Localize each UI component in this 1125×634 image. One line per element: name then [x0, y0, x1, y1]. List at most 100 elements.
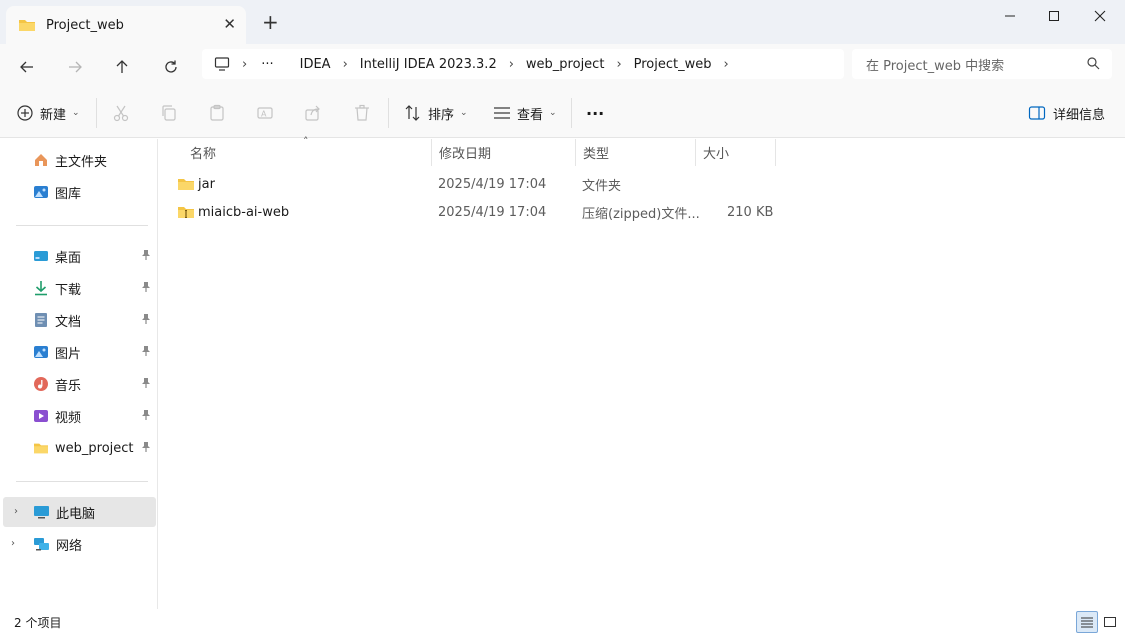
sidebar-item-desktop[interactable]: 桌面: [0, 241, 156, 271]
new-label: 新建: [40, 107, 67, 123]
sidebar-item-gallery[interactable]: 图库: [0, 177, 156, 207]
breadcrumb-idea[interactable]: IDEA: [300, 57, 331, 72]
tab-project-web[interactable]: Project_web ✕: [6, 6, 246, 44]
video-icon: [34, 410, 48, 422]
zip-folder-icon: [178, 207, 194, 218]
column-header-type[interactable]: 类型: [576, 139, 696, 166]
navigation-bar: › ··· IDEA › IntelliJ IDEA 2023.3.2 › we…: [0, 44, 1125, 88]
minimize-button[interactable]: [987, 0, 1033, 32]
sidebar-item-label: 图片: [55, 346, 82, 362]
pin-icon[interactable]: [140, 345, 152, 357]
details-view-button[interactable]: [1076, 611, 1098, 633]
maximize-icon: [1049, 11, 1059, 21]
forward-button[interactable]: [60, 52, 90, 82]
column-header-modified[interactable]: 修改日期: [432, 139, 576, 166]
chevron-right-icon[interactable]: ›: [509, 57, 514, 72]
share-button[interactable]: [304, 98, 322, 128]
column-header-size[interactable]: 大小: [696, 139, 776, 166]
status-bar: 2 个项目: [0, 609, 1125, 634]
sort-label: 排序: [428, 107, 455, 123]
back-button[interactable]: [12, 52, 42, 82]
breadcrumb-intellij[interactable]: IntelliJ IDEA 2023.3.2: [360, 57, 497, 72]
refresh-icon: [165, 60, 177, 73]
sidebar-item-downloads[interactable]: 下载: [0, 273, 156, 303]
file-list: ˄ 名称 修改日期 类型 大小 jar 2025/4/19 17:04 文件夹 …: [159, 135, 1125, 609]
cut-button[interactable]: [112, 98, 130, 128]
new-button[interactable]: 新建 ⌄: [16, 98, 80, 128]
arrow-up-icon: [116, 60, 128, 73]
table-row[interactable]: jar 2025/4/19 17:04 文件夹: [159, 170, 1125, 198]
address-bar[interactable]: › ··· IDEA › IntelliJ IDEA 2023.3.2 › we…: [202, 49, 844, 79]
folder-icon: [19, 20, 35, 31]
close-window-button[interactable]: [1077, 0, 1123, 32]
view-button[interactable]: 查看 ⌄: [493, 98, 557, 128]
music-icon: [34, 377, 48, 391]
maximize-button[interactable]: [1031, 0, 1077, 32]
sidebar-item-label: 文档: [55, 314, 82, 330]
sidebar-item-pictures[interactable]: 图片: [0, 337, 156, 367]
more-options-button[interactable]: ···: [586, 98, 604, 128]
sidebar-item-label: 主文件夹: [55, 154, 108, 170]
column-header-name[interactable]: 名称: [183, 139, 432, 166]
file-name: miaicb-ai-web: [198, 204, 290, 220]
toolbar-divider: [96, 98, 97, 128]
chevron-right-icon[interactable]: ›: [724, 57, 729, 72]
up-button[interactable]: [107, 52, 137, 82]
chevron-right-icon[interactable]: ›: [343, 57, 348, 72]
sidebar-item-label: web_project: [55, 440, 134, 456]
chevron-right-icon: ›: [242, 56, 248, 72]
chevron-down-icon: ⌄: [549, 108, 557, 118]
refresh-button[interactable]: [156, 52, 186, 82]
sidebar-item-label: 桌面: [55, 250, 82, 266]
network-icon: [34, 538, 49, 551]
sidebar-item-music[interactable]: 音乐: [0, 369, 156, 399]
sidebar-item-videos[interactable]: 视频: [0, 401, 156, 431]
sidebar-item-home[interactable]: 主文件夹: [0, 145, 156, 175]
chevron-down-icon: ⌄: [460, 108, 468, 118]
pin-icon[interactable]: [140, 249, 152, 261]
details-pane-button[interactable]: 详细信息: [1028, 98, 1105, 128]
copy-button[interactable]: [160, 98, 178, 128]
chevron-down-icon: ⌄: [72, 108, 80, 118]
item-count: 2 个项目: [14, 616, 62, 630]
new-tab-button[interactable]: +: [262, 12, 279, 32]
name-cell: jar: [177, 170, 215, 198]
table-row[interactable]: miaicb-ai-web 2025/4/19 17:04 压缩(zipped)…: [159, 198, 1125, 226]
file-name: jar: [198, 176, 215, 192]
tiles-view-button[interactable]: [1099, 611, 1121, 633]
sidebar-item-this-pc[interactable]: › 此电脑: [3, 497, 156, 527]
search-input[interactable]: 在 Project_web 中搜索: [852, 49, 1112, 79]
details-label: 详细信息: [1053, 107, 1106, 123]
pin-icon[interactable]: [140, 313, 152, 325]
sidebar-item-web-project[interactable]: web_project: [0, 433, 156, 463]
chevron-right-icon[interactable]: ›: [11, 538, 15, 549]
sidebar-item-label: 此电脑: [56, 506, 96, 522]
chevron-right-icon[interactable]: ›: [14, 506, 18, 517]
details-pane-icon: [1028, 106, 1046, 120]
breadcrumb-overflow[interactable]: ···: [261, 57, 273, 72]
navigation-pane: 主文件夹 图库 桌面 下载 文档 图片 音乐 视频 web_project › …: [0, 139, 158, 609]
sidebar-item-documents[interactable]: 文档: [0, 305, 156, 335]
cut-icon: [113, 105, 129, 122]
tiles-view-icon: [1104, 617, 1116, 627]
breadcrumb-project-web[interactable]: Project_web: [634, 57, 712, 72]
sidebar-item-label: 网络: [56, 538, 83, 554]
sidebar-item-network[interactable]: › 网络: [0, 529, 156, 559]
pin-icon[interactable]: [140, 377, 152, 389]
chevron-right-icon[interactable]: ›: [616, 57, 621, 72]
pin-icon[interactable]: [140, 441, 152, 453]
sort-button[interactable]: 排序 ⌄: [404, 98, 468, 128]
sidebar-item-label: 图库: [55, 186, 82, 202]
search-placeholder: 在 Project_web 中搜索: [866, 58, 1005, 74]
share-icon: [305, 105, 320, 121]
pictures-icon: [34, 346, 48, 358]
rename-button[interactable]: A: [256, 98, 274, 128]
paste-button[interactable]: [208, 98, 226, 128]
delete-button[interactable]: [353, 98, 371, 128]
trash-icon: [355, 104, 369, 121]
close-tab-button[interactable]: ✕: [223, 15, 236, 33]
pin-icon[interactable]: [140, 409, 152, 421]
pin-icon[interactable]: [140, 281, 152, 293]
breadcrumb-web-project[interactable]: web_project: [526, 57, 605, 72]
arrow-right-icon: [69, 61, 82, 73]
